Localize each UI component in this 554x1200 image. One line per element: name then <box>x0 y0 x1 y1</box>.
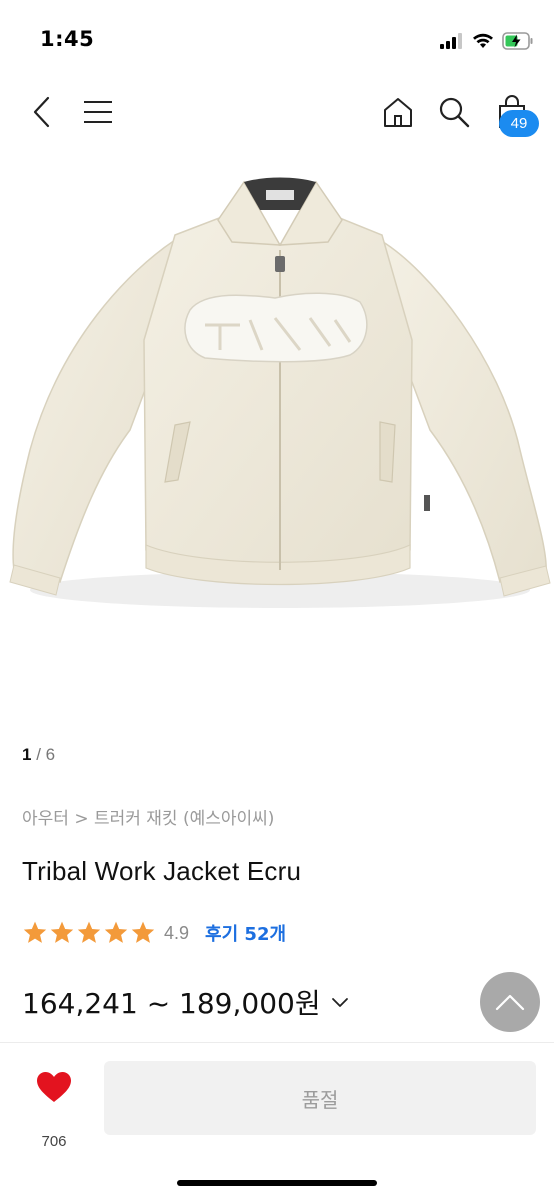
star-icon <box>104 921 128 943</box>
star-icon <box>131 921 155 943</box>
rating-score: 4.9 <box>164 922 190 943</box>
product-image[interactable] <box>0 150 554 730</box>
image-counter: 1 / 6 <box>22 745 55 765</box>
wifi-icon <box>473 33 493 48</box>
like-count: 706 <box>41 1133 67 1150</box>
chevron-left-icon <box>33 96 50 128</box>
review-link[interactable]: 후기 52개 <box>205 920 286 946</box>
home-button[interactable] <box>378 92 418 132</box>
jacket-photo <box>9 177 551 608</box>
status-icons <box>440 30 534 52</box>
price: 164,241 ~ 189,000원 <box>22 987 321 1020</box>
product-title: Tribal Work Jacket Ecru <box>22 856 302 886</box>
home-indicator <box>177 1180 377 1186</box>
star-icon <box>23 921 47 943</box>
search-button[interactable] <box>434 92 474 132</box>
search-icon <box>439 97 470 128</box>
star-icon <box>77 921 101 943</box>
cart-count-badge[interactable]: 49 <box>499 110 539 137</box>
bottom-action-bar: 706 품절 <box>0 1042 554 1200</box>
soldout-button[interactable]: 품절 <box>104 1061 536 1135</box>
price-row: 164,241 ~ 189,000원 <box>22 982 351 1022</box>
nav-bar <box>0 80 554 142</box>
chevron-down-icon[interactable] <box>329 991 351 1013</box>
image-counter-total: 6 <box>45 745 56 764</box>
like-button[interactable]: 706 <box>22 1067 86 1150</box>
breadcrumb[interactable]: 아우터 > 트러커 재킷 (예스아이씨) <box>22 804 274 829</box>
hamburger-menu-icon <box>84 101 112 123</box>
home-icon <box>384 98 412 127</box>
cellular-signal-icon <box>440 33 462 49</box>
image-counter-separator: / <box>31 745 46 764</box>
battery-charging-icon <box>502 32 533 50</box>
menu-button[interactable] <box>78 92 118 132</box>
star-icon <box>50 921 74 943</box>
rating-row: 4.9 후기 52개 <box>22 918 286 948</box>
status-time: 1:45 <box>40 27 95 51</box>
chevron-up-icon <box>495 994 525 1011</box>
status-bar: 1:45 <box>0 0 554 80</box>
rating-stars <box>22 920 156 946</box>
back-button[interactable] <box>22 92 62 132</box>
scroll-top-button[interactable] <box>480 972 540 1032</box>
heart-icon <box>37 1072 71 1102</box>
